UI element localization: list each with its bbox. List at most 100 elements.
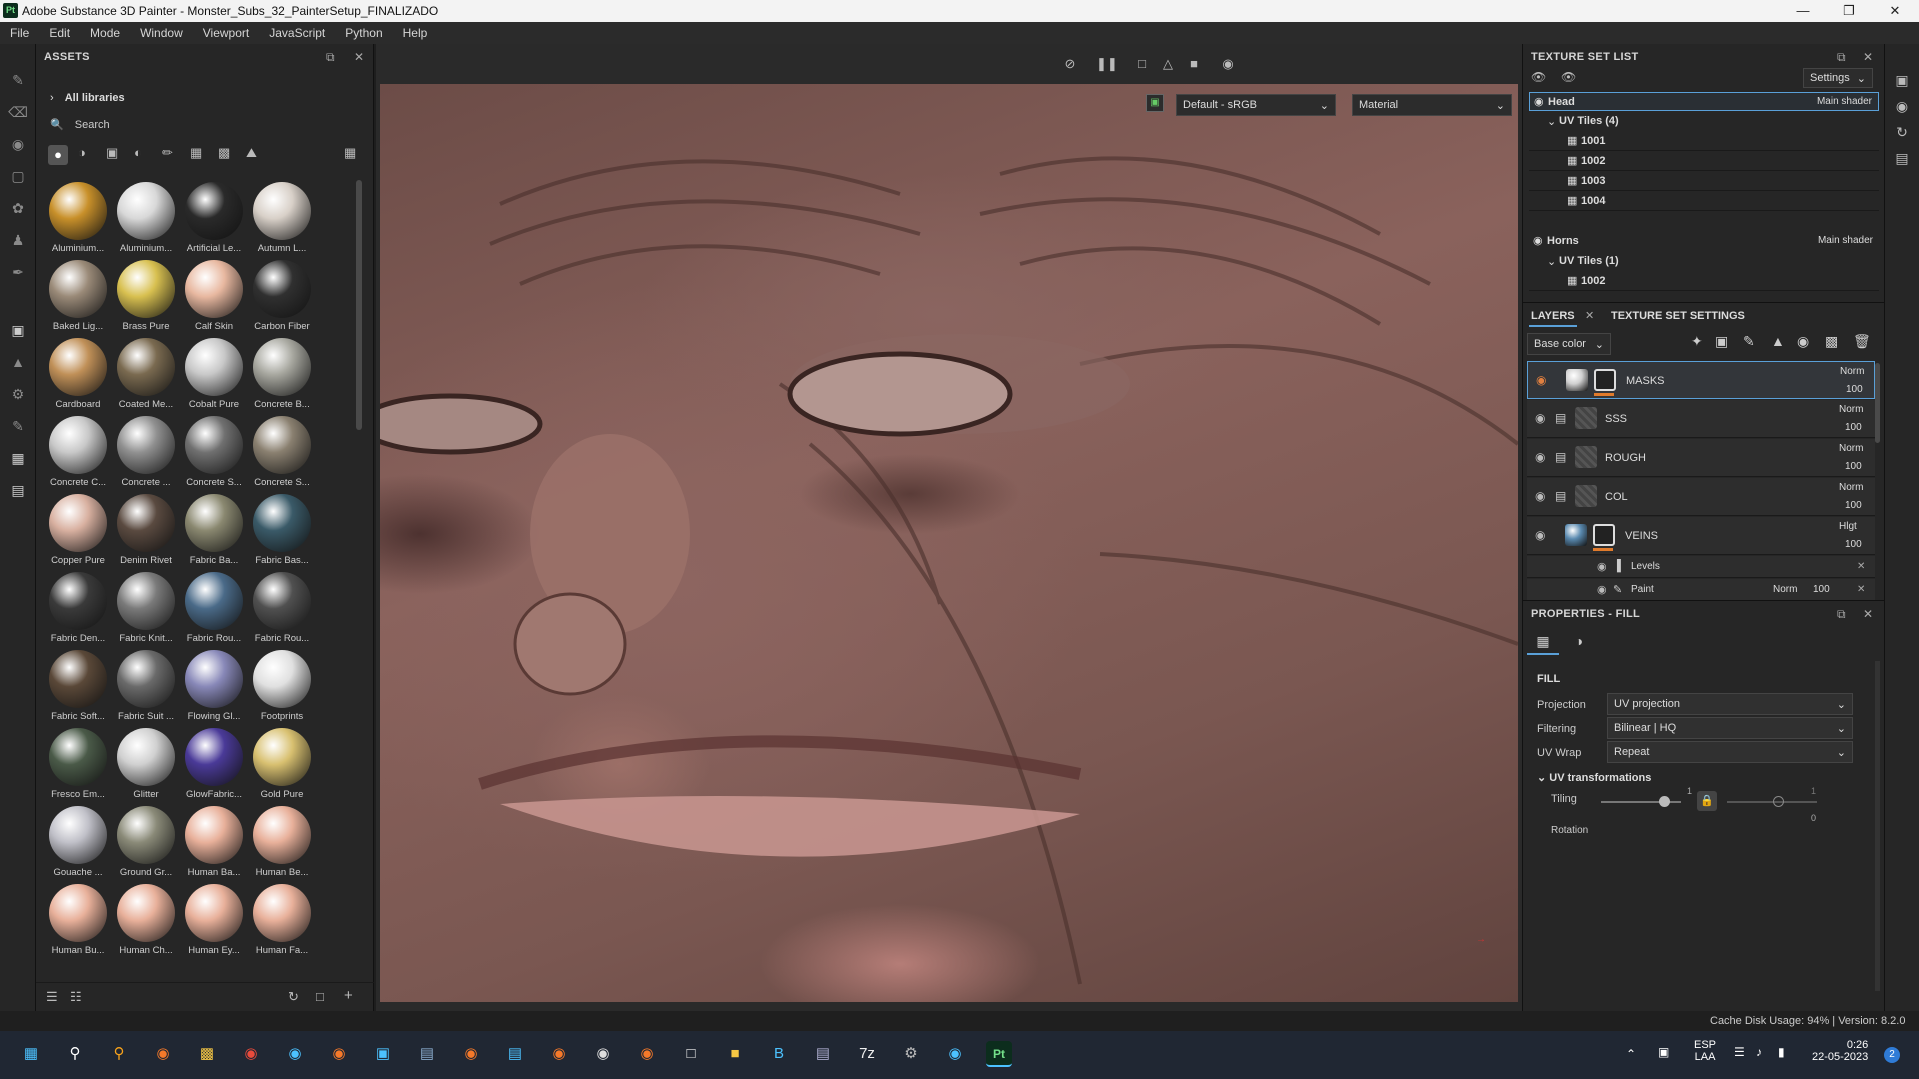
notification-badge[interactable]: 2 [1884,1047,1900,1063]
asset-tile[interactable]: Baked Lig... [44,258,112,336]
asset-tile[interactable]: Human Ch... [112,882,180,960]
annotation-icon[interactable]: ✎ [8,416,28,436]
asset-tile[interactable]: Carbon Fiber [248,258,316,336]
colorspace-select[interactable]: Default - sRGB ⌄ [1176,94,1336,116]
asset-tile[interactable]: Human Bu... [44,882,112,960]
delete-icon[interactable]: 🗑 [1853,333,1871,350]
asset-tile[interactable]: Human Be... [248,804,316,882]
list-options-icon[interactable]: ☰ [46,989,58,1005]
close-window-button[interactable]: ✕ [1872,0,1918,22]
7zip-icon[interactable]: 7z [854,1041,880,1067]
asset-tile[interactable]: Cardboard [44,336,112,414]
tiling-slider-handle[interactable] [1659,796,1670,807]
substance-painter-icon[interactable]: Pt [986,1041,1012,1067]
add-smart-material-icon[interactable]: ◉ [1797,333,1809,350]
blend-mode[interactable]: Norm [1839,404,1863,415]
effect-row[interactable]: ◉ ▐ Levels ✕ [1527,556,1875,578]
asset-tile[interactable]: Autumn L... [248,180,316,258]
uv-tiles-group[interactable]: ⌄ UV Tiles (4) [1529,112,1879,131]
eye-icon[interactable]: ◉ [1534,95,1544,108]
mask-filter-icon[interactable]: ▣ [106,145,118,161]
measure-icon[interactable]: ⚙ [8,384,28,404]
layer-row[interactable]: ◉ ▤ COL Norm 100 [1527,478,1875,516]
tray-icon[interactable]: ▣ [1658,1045,1669,1059]
blend-mode[interactable]: Norm [1839,482,1863,493]
asset-tile[interactable]: Fabric Soft... [44,648,112,726]
menu-python[interactable]: Python [335,22,392,40]
add-fill-layer-icon[interactable]: ▲ [1771,333,1785,349]
3d-model-render[interactable] [380,84,1518,1002]
effect-opacity[interactable]: 100 [1813,584,1830,595]
eye-icon[interactable]: ◉ [1597,560,1607,573]
asset-tile[interactable]: Concrete C... [44,414,112,492]
blend-mode[interactable]: Norm [1839,443,1863,454]
search-input[interactable]: 🔍 Search [50,118,110,131]
menu-javascript[interactable]: JavaScript [259,22,335,40]
uv-tiles-group[interactable]: ⌄ UV Tiles (1) [1529,252,1879,271]
viewport[interactable]: ⊘ ❚❚ □ △ ■ ◉ ▣ Default - sRGB ⌄ Material ⌄… [376,44,1522,1011]
opacity-value[interactable]: 100 [1845,500,1862,511]
uv-tile-row[interactable]: ▦ 1002 [1529,152,1879,171]
opacity-value[interactable]: 100 [1845,539,1862,550]
filter-list-icon[interactable]: ☷ [70,989,82,1005]
2d-view-icon[interactable]: □ [1132,54,1152,74]
asset-tile[interactable]: Artificial Le... [180,180,248,258]
tiling-slider-2[interactable] [1727,801,1817,803]
fill-tab-icon[interactable]: ▦ [1527,629,1559,655]
asset-tile[interactable]: Concrete S... [248,414,316,492]
projection-icon[interactable]: ◉ [8,134,28,154]
channel-select[interactable]: Base color ⌄ [1527,333,1611,355]
uv-tile-row[interactable]: ▦ 1003 [1529,172,1879,191]
app-b-icon[interactable]: B [766,1041,792,1067]
asset-tile[interactable]: Fabric Den... [44,570,112,648]
app-icon[interactable]: ▣ [370,1041,396,1067]
tab-layers[interactable]: LAYERS [1529,303,1577,327]
eraser-icon[interactable]: ⌫ [8,102,28,122]
brush-filter-icon[interactable]: ✏ [162,145,173,161]
paint-brush-icon[interactable]: ✎ [8,70,28,90]
menu-mode[interactable]: Mode [80,22,130,40]
properties-scrollbar[interactable] [1875,661,1880,991]
remove-icon[interactable]: ✕ [1857,561,1865,572]
document-icon[interactable]: □ [678,1041,704,1067]
asset-tile[interactable]: Fresco Em... [44,726,112,804]
eye-icon[interactable]: ◉ [1535,528,1545,542]
library-icon[interactable]: ▤ [8,480,28,500]
notepad-icon[interactable]: ▤ [502,1041,528,1067]
language-indicator[interactable]: ESP LAA [1694,1039,1716,1063]
eye-icon[interactable]: ◉ [1536,373,1546,387]
eye-icon[interactable]: ◉ [1535,489,1545,503]
clock[interactable]: 0:26 22-05-2023 [1812,1039,1868,1063]
smart-material-filter-icon[interactable]: ◑ [78,145,86,160]
smart-mask-filter-icon[interactable]: ◐ [134,145,142,160]
close-panel-icon[interactable]: ✕ [1863,607,1873,621]
polygon-fill-icon[interactable]: ▲ [8,352,28,372]
file-explorer-icon[interactable]: ▩ [194,1041,220,1067]
new-window-icon[interactable]: □ [316,989,324,1004]
clone-icon[interactable]: ♟ [8,230,28,250]
app-icon[interactable]: ◉ [942,1041,968,1067]
texture-set-head[interactable]: ◉ Head Main shader [1529,92,1879,111]
asset-tile[interactable]: Brass Pure [112,258,180,336]
eye-icon[interactable]: ◉ [1533,234,1543,247]
asset-tile[interactable]: Ground Gr... [112,804,180,882]
history-icon[interactable]: ↻ [1892,122,1912,142]
close-panel-icon[interactable]: ✕ [354,50,364,64]
grid-view-icon[interactable]: ▦ [344,145,356,161]
uv-transformations-header[interactable]: ⌄ UV transformations [1537,771,1651,784]
blender-icon[interactable]: ◉ [150,1041,176,1067]
asset-tile[interactable]: Concrete S... [180,414,248,492]
battery-icon[interactable]: ▮ [1778,1045,1785,1059]
github-icon[interactable]: ◉ [590,1041,616,1067]
tray-chevron-icon[interactable]: ⌃ [1626,1047,1636,1061]
windows-start-icon[interactable]: ▦ [18,1041,44,1067]
close-tab-icon[interactable]: ✕ [1585,309,1594,322]
lock-icon[interactable]: 🔒 [1697,791,1717,811]
folder-icon[interactable]: ▤ [1555,411,1566,425]
asset-tile[interactable]: Denim Rivet [112,492,180,570]
tiling-slider-2-handle[interactable] [1773,796,1784,807]
search-app-icon[interactable]: ⚲ [106,1041,132,1067]
asset-tile[interactable]: Glitter [112,726,180,804]
asset-tile[interactable]: Flowing Gl... [180,648,248,726]
camera-icon[interactable]: ■ [1184,54,1204,74]
